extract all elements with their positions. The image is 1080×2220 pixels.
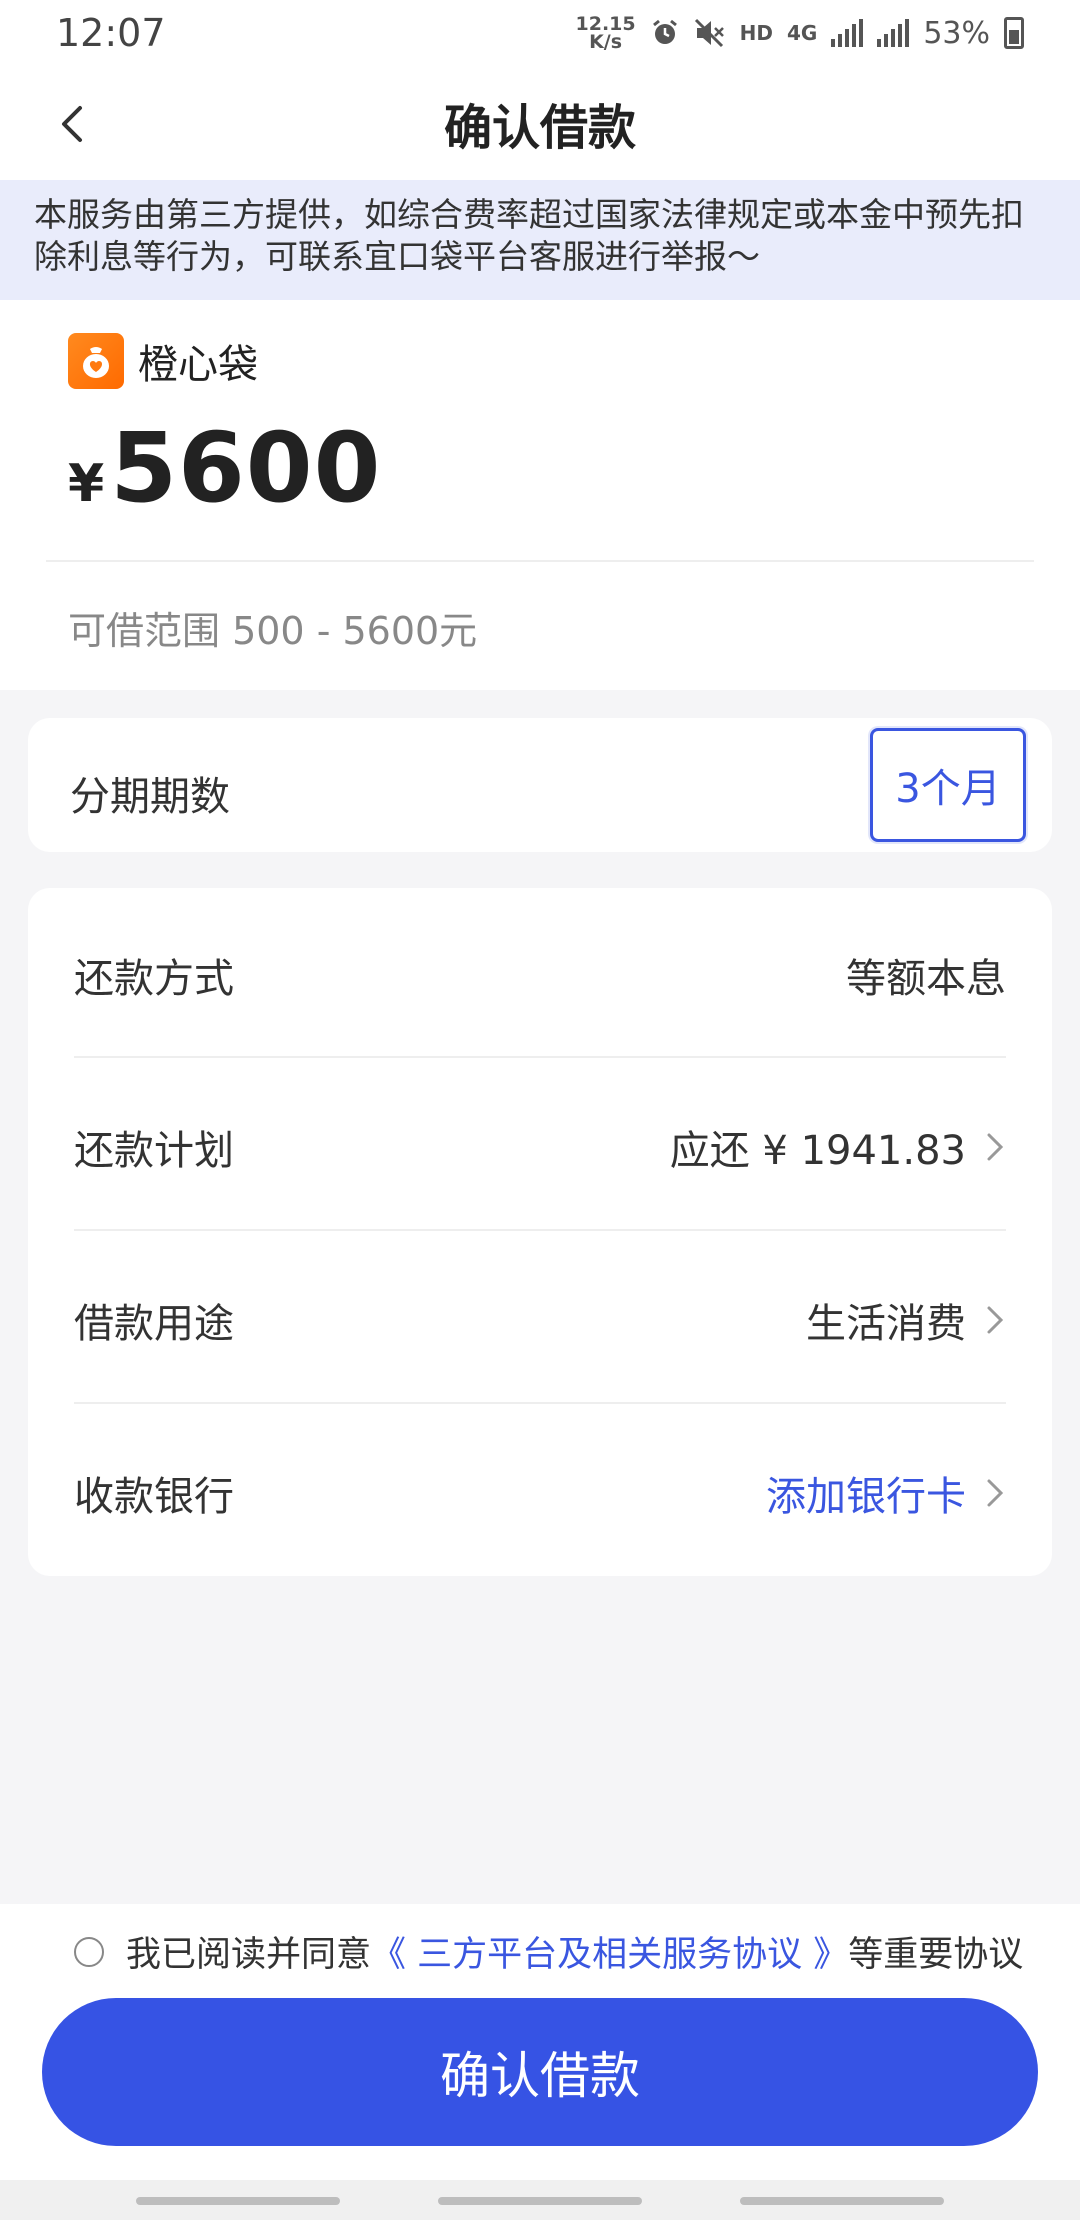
installment-term-card: 分期期数 3个月 [28,718,1052,852]
page-title: 确认借款 [443,100,636,156]
lender-name: 橙心袋 [138,342,258,388]
confirm-loan-button[interactable]: 确认借款 [42,1998,1038,2146]
agreement-suffix: 等重要协议 [848,1935,1024,1975]
status-time: 12:07 [56,11,166,55]
lender-brand: 橙心袋 [68,332,258,390]
repay-plan-label: 还款计划 [74,1127,234,1174]
battery-percent: 53% [923,15,990,51]
divider [46,560,1034,562]
status-bar: 12:07 12.15 K/s HD 4G 53% [0,0,1080,66]
receiving-bank-row[interactable]: 收款银行 添加银行卡 [74,1406,1006,1579]
mute-icon [694,18,724,48]
hd-indicator: HD [739,21,773,45]
notice-banner: 本服务由第三方提供，如综合费率超过国家法律规定或本金中预先扣除利息等行为，可联系… [0,180,1080,300]
divider [74,1402,1006,1404]
agreement-radio[interactable] [74,1936,104,1967]
loan-details-card: 还款方式 等额本息 还款计划 应还 ¥ 1941.83 借款用途 生活消费 收款… [28,888,1052,1576]
lender-logo-icon [68,333,124,389]
battery-icon [1004,17,1024,49]
loan-range: 可借范围 500 - 5600元 [68,609,478,653]
add-bank-card-link[interactable]: 添加银行卡 [766,1464,966,1522]
gesture-handle[interactable] [136,2197,340,2205]
loan-amount[interactable]: ¥ 5600 [68,412,381,524]
agreement-prefix: 我已阅读并同意 [126,1935,372,1975]
repay-method-label: 还款方式 [74,955,234,1002]
loan-purpose-row[interactable]: 借款用途 生活消费 [74,1233,1006,1406]
gesture-bar [0,2180,1080,2220]
gesture-handle[interactable] [438,2197,642,2205]
currency-symbol: ¥ [68,454,105,514]
loan-amount-card: 橙心袋 ¥ 5600 可借范围 500 - 5600元 [0,300,1080,690]
alarm-icon [652,19,677,44]
term-label: 分期期数 [70,774,230,820]
divider [74,1229,1006,1231]
signal-icon [877,19,910,47]
chevron-right-icon [987,1133,1004,1160]
term-option-selected[interactable]: 3个月 [870,728,1026,842]
chevron-right-icon [987,1306,1004,1333]
repay-plan-row[interactable]: 还款计划 应还 ¥ 1941.83 [74,1060,1006,1233]
agreement-link[interactable]: 《 三方平台及相关服务协议 》 [371,1926,848,1977]
receiving-bank-label: 收款银行 [74,1473,234,1520]
loan-purpose-value: 生活消费 [806,1300,966,1347]
loan-amount-value: 5600 [110,412,382,524]
status-icons: 12.15 K/s HD 4G 53% [575,13,1024,53]
nav-bar: 确认借款 [0,66,1080,180]
repay-method-row: 还款方式 等额本息 [74,888,1006,1061]
back-arrow-icon[interactable] [46,96,102,152]
chevron-right-icon [987,1479,1004,1506]
divider [74,1056,1006,1058]
repay-plan-value: 应还 ¥ 1941.83 [669,1127,966,1174]
network-speed: 12.15 K/s [575,13,636,53]
repay-method-value: 等额本息 [846,955,1006,1002]
bottom-action-area: 我已阅读并同意 《 三方平台及相关服务协议 》 等重要协议 确认借款 [0,1904,1080,2180]
agreement-row: 我已阅读并同意 《 三方平台及相关服务协议 》 等重要协议 [74,1926,1023,1977]
loan-purpose-label: 借款用途 [74,1300,234,1347]
network-type: 4G [786,21,818,45]
gesture-handle[interactable] [740,2197,944,2205]
signal-icon [831,19,864,47]
